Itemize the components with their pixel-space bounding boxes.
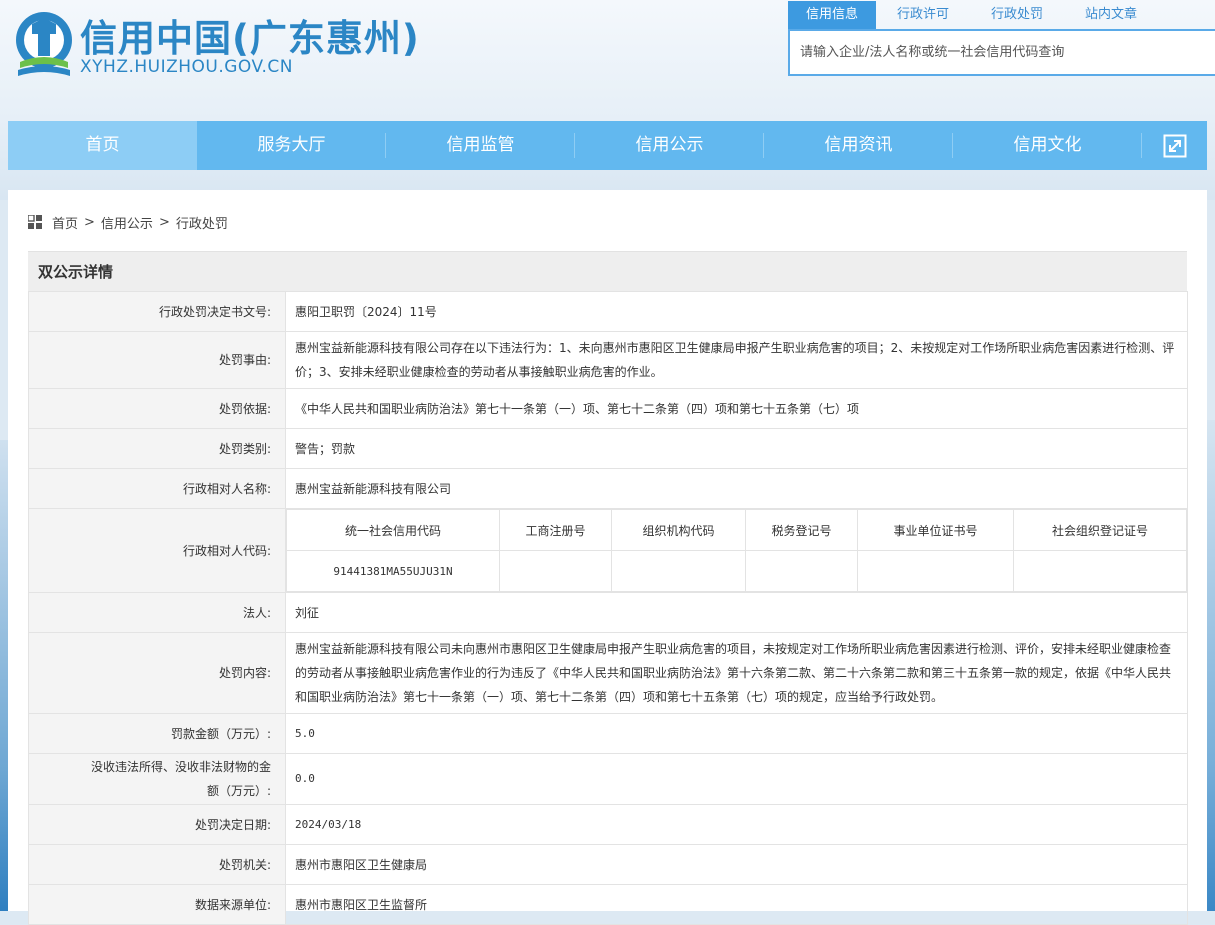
code-header: 组织机构代码: [611, 509, 746, 551]
row-label: 行政相对人名称:: [28, 468, 286, 509]
code-value: [499, 550, 612, 592]
row-value: 惠州市惠阳区卫生健康局: [285, 844, 1188, 885]
content-panel: 首页 > 信用公示 > 行政处罚 双公示详情 行政处罚决定书文号: 惠阳卫职罚〔…: [8, 190, 1207, 925]
row-label: 罚款金额（万元）:: [28, 713, 286, 754]
table-row: 处罚决定日期: 2024/03/18: [28, 804, 1188, 845]
row-label: 处罚内容:: [28, 632, 286, 714]
row-label: 处罚依据:: [28, 388, 286, 429]
code-value: [745, 550, 858, 592]
row-label: 行政相对人代码:: [28, 508, 286, 593]
page-title: 双公示详情: [38, 263, 114, 281]
breadcrumb-admin-penalty[interactable]: 行政处罚: [176, 213, 228, 232]
table-row: 数据来源单位: 惠州市惠阳区卫生监督所: [28, 884, 1188, 925]
breadcrumb-credit-publicity[interactable]: 信用公示: [101, 213, 153, 232]
nav-item-label: 信用文化: [1013, 135, 1082, 155]
code-header: 税务登记号: [745, 509, 858, 551]
site-title[interactable]: 信用中国(广东惠州): [80, 8, 420, 62]
row-value: 惠州市惠阳区卫生监督所: [285, 884, 1188, 925]
search-tab-admin-permit[interactable]: 行政许可: [876, 1, 970, 29]
row-label: 没收违法所得、没收非法财物的金额（万元）:: [28, 753, 286, 805]
nav-expand-button[interactable]: [1143, 121, 1207, 170]
nav-item-label: 信用公示: [635, 135, 704, 155]
table-row: 处罚依据: 《中华人民共和国职业病防治法》第七十一条第（一）项、第七十二条第（四…: [28, 388, 1188, 429]
code-header: 统一社会信用代码: [286, 509, 500, 551]
grid-icon: [28, 215, 42, 229]
detail-header: 双公示详情: [28, 251, 1187, 291]
breadcrumb-separator: >: [84, 214, 95, 230]
search-tabs: 信用信息 行政许可 行政处罚 站内文章: [788, 1, 1158, 29]
table-row: 处罚内容: 惠州宝益新能源科技有限公司未向惠州市惠阳区卫生健康局申报产生职业病危…: [28, 632, 1188, 714]
row-value: 刘征: [285, 592, 1188, 633]
row-label: 行政处罚决定书文号:: [28, 291, 286, 332]
row-label: 处罚类别:: [28, 428, 286, 469]
code-header: 社会组织登记证号: [1013, 509, 1187, 551]
table-row: 处罚机关: 惠州市惠阳区卫生健康局: [28, 844, 1188, 885]
site-logo-icon[interactable]: [12, 4, 76, 82]
row-value: 惠州宝益新能源科技有限公司存在以下违法行为：1、未向惠州市惠阳区卫生健康局申报产…: [285, 331, 1188, 389]
code-header: 事业单位证书号: [857, 509, 1014, 551]
nav-item-credit-culture[interactable]: 信用文化: [953, 121, 1142, 170]
search-box: [788, 29, 1215, 76]
nav-item-label: 信用资讯: [824, 135, 893, 155]
code-value-row: 91441381MA55UJU31N: [286, 550, 1187, 592]
nav-item-label: 信用监管: [446, 135, 515, 155]
code-header-row: 统一社会信用代码 工商注册号 组织机构代码 税务登记号 事业单位证书号 社会组织…: [286, 509, 1187, 551]
table-row: 行政处罚决定书文号: 惠阳卫职罚〔2024〕11号: [28, 291, 1188, 332]
nav-item-credit-supervision[interactable]: 信用监管: [386, 121, 575, 170]
row-label: 处罚决定日期:: [28, 804, 286, 845]
code-value: [857, 550, 1014, 592]
row-label: 处罚事由:: [28, 331, 286, 389]
search-tab-site-articles[interactable]: 站内文章: [1064, 1, 1158, 29]
table-row: 法人: 刘征: [28, 592, 1188, 633]
breadcrumb-home[interactable]: 首页: [52, 213, 78, 232]
table-row: 罚款金额（万元）: 5.0: [28, 713, 1188, 754]
breadcrumb-separator: >: [158, 214, 170, 230]
main-nav: 首页 服务大厅 信用监管 信用公示 信用资讯 信用文化: [8, 121, 1207, 170]
nav-item-service-hall[interactable]: 服务大厅: [197, 121, 386, 170]
row-value: 警告；罚款: [285, 428, 1188, 469]
party-code-table: 统一社会信用代码 工商注册号 组织机构代码 税务登记号 事业单位证书号 社会组织…: [286, 509, 1187, 592]
detail-table: 行政处罚决定书文号: 惠阳卫职罚〔2024〕11号 处罚事由: 惠州宝益新能源科…: [28, 291, 1188, 925]
table-row: 处罚类别: 警告；罚款: [28, 428, 1188, 469]
row-label: 数据来源单位:: [28, 884, 286, 925]
table-row: 处罚事由: 惠州宝益新能源科技有限公司存在以下违法行为：1、未向惠州市惠阳区卫生…: [28, 331, 1188, 389]
search-tab-credit-info[interactable]: 信用信息: [788, 1, 876, 29]
site-domain: XYHZ.HUIZHOU.GOV.CN: [80, 57, 293, 77]
row-value: 《中华人民共和国职业病防治法》第七十一条第（一）项、第七十二条第（四）项和第七十…: [285, 388, 1188, 429]
nav-item-label: 服务大厅: [257, 135, 326, 155]
breadcrumb: 首页 > 信用公示 > 行政处罚: [28, 212, 228, 232]
row-label: 处罚机关:: [28, 844, 286, 885]
expand-icon: [1163, 134, 1187, 157]
row-value: 统一社会信用代码 工商注册号 组织机构代码 税务登记号 事业单位证书号 社会组织…: [285, 508, 1188, 593]
row-label: 法人:: [28, 592, 286, 633]
search-tab-admin-penalty[interactable]: 行政处罚: [970, 1, 1064, 29]
row-value: 5.0: [285, 713, 1188, 754]
nav-item-label: 首页: [85, 135, 120, 155]
code-header: 工商注册号: [499, 509, 612, 551]
row-value: 惠阳卫职罚〔2024〕11号: [285, 291, 1188, 332]
row-value: 惠州宝益新能源科技有限公司未向惠州市惠阳区卫生健康局申报产生职业病危害的项目，未…: [285, 632, 1188, 714]
code-value: [1013, 550, 1187, 592]
table-row: 没收违法所得、没收非法财物的金额（万元）: 0.0: [28, 753, 1188, 805]
row-value: 0.0: [285, 753, 1188, 805]
nav-item-credit-news[interactable]: 信用资讯: [764, 121, 953, 170]
table-row: 行政相对人代码: 统一社会信用代码 工商注册号 组织机构代码 税务登记号 事业单…: [28, 508, 1188, 593]
code-value: 91441381MA55UJU31N: [286, 550, 500, 592]
row-value: 2024/03/18: [285, 804, 1188, 845]
table-row: 行政相对人名称: 惠州宝益新能源科技有限公司: [28, 468, 1188, 509]
row-value: 惠州宝益新能源科技有限公司: [285, 468, 1188, 509]
nav-divider: [1141, 133, 1142, 158]
nav-item-credit-publicity[interactable]: 信用公示: [575, 121, 764, 170]
nav-item-home[interactable]: 首页: [8, 121, 197, 170]
code-value: [611, 550, 746, 592]
search-input[interactable]: [790, 31, 1215, 74]
